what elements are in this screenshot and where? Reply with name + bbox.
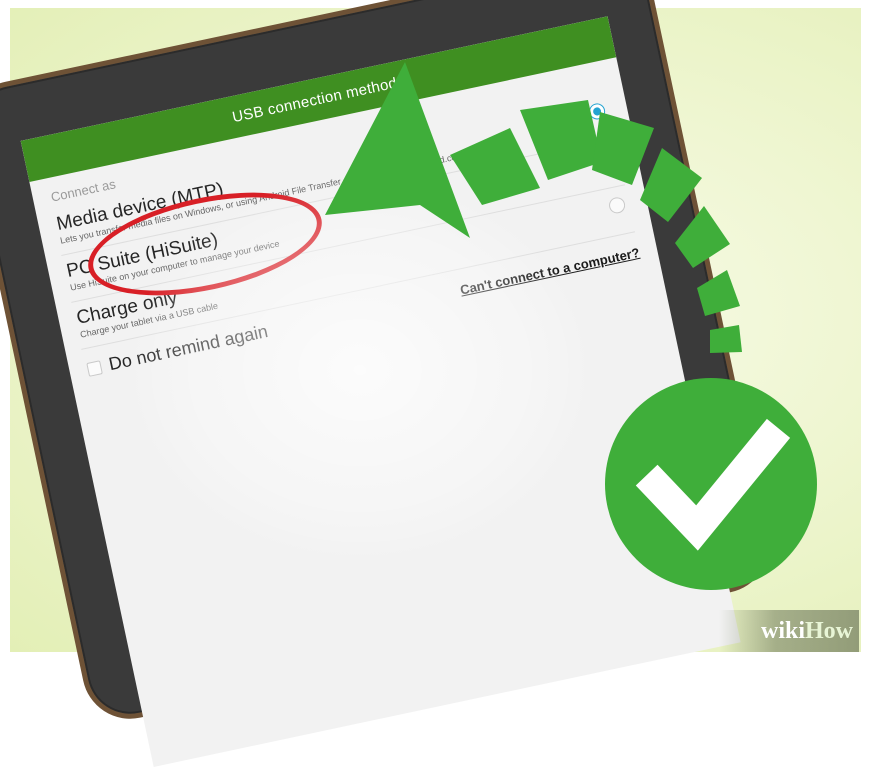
wikihow-logo: wiki How xyxy=(719,610,859,652)
checkmark-badge xyxy=(605,378,817,590)
checkmark-icon xyxy=(635,418,791,551)
arrow-head xyxy=(325,62,470,238)
